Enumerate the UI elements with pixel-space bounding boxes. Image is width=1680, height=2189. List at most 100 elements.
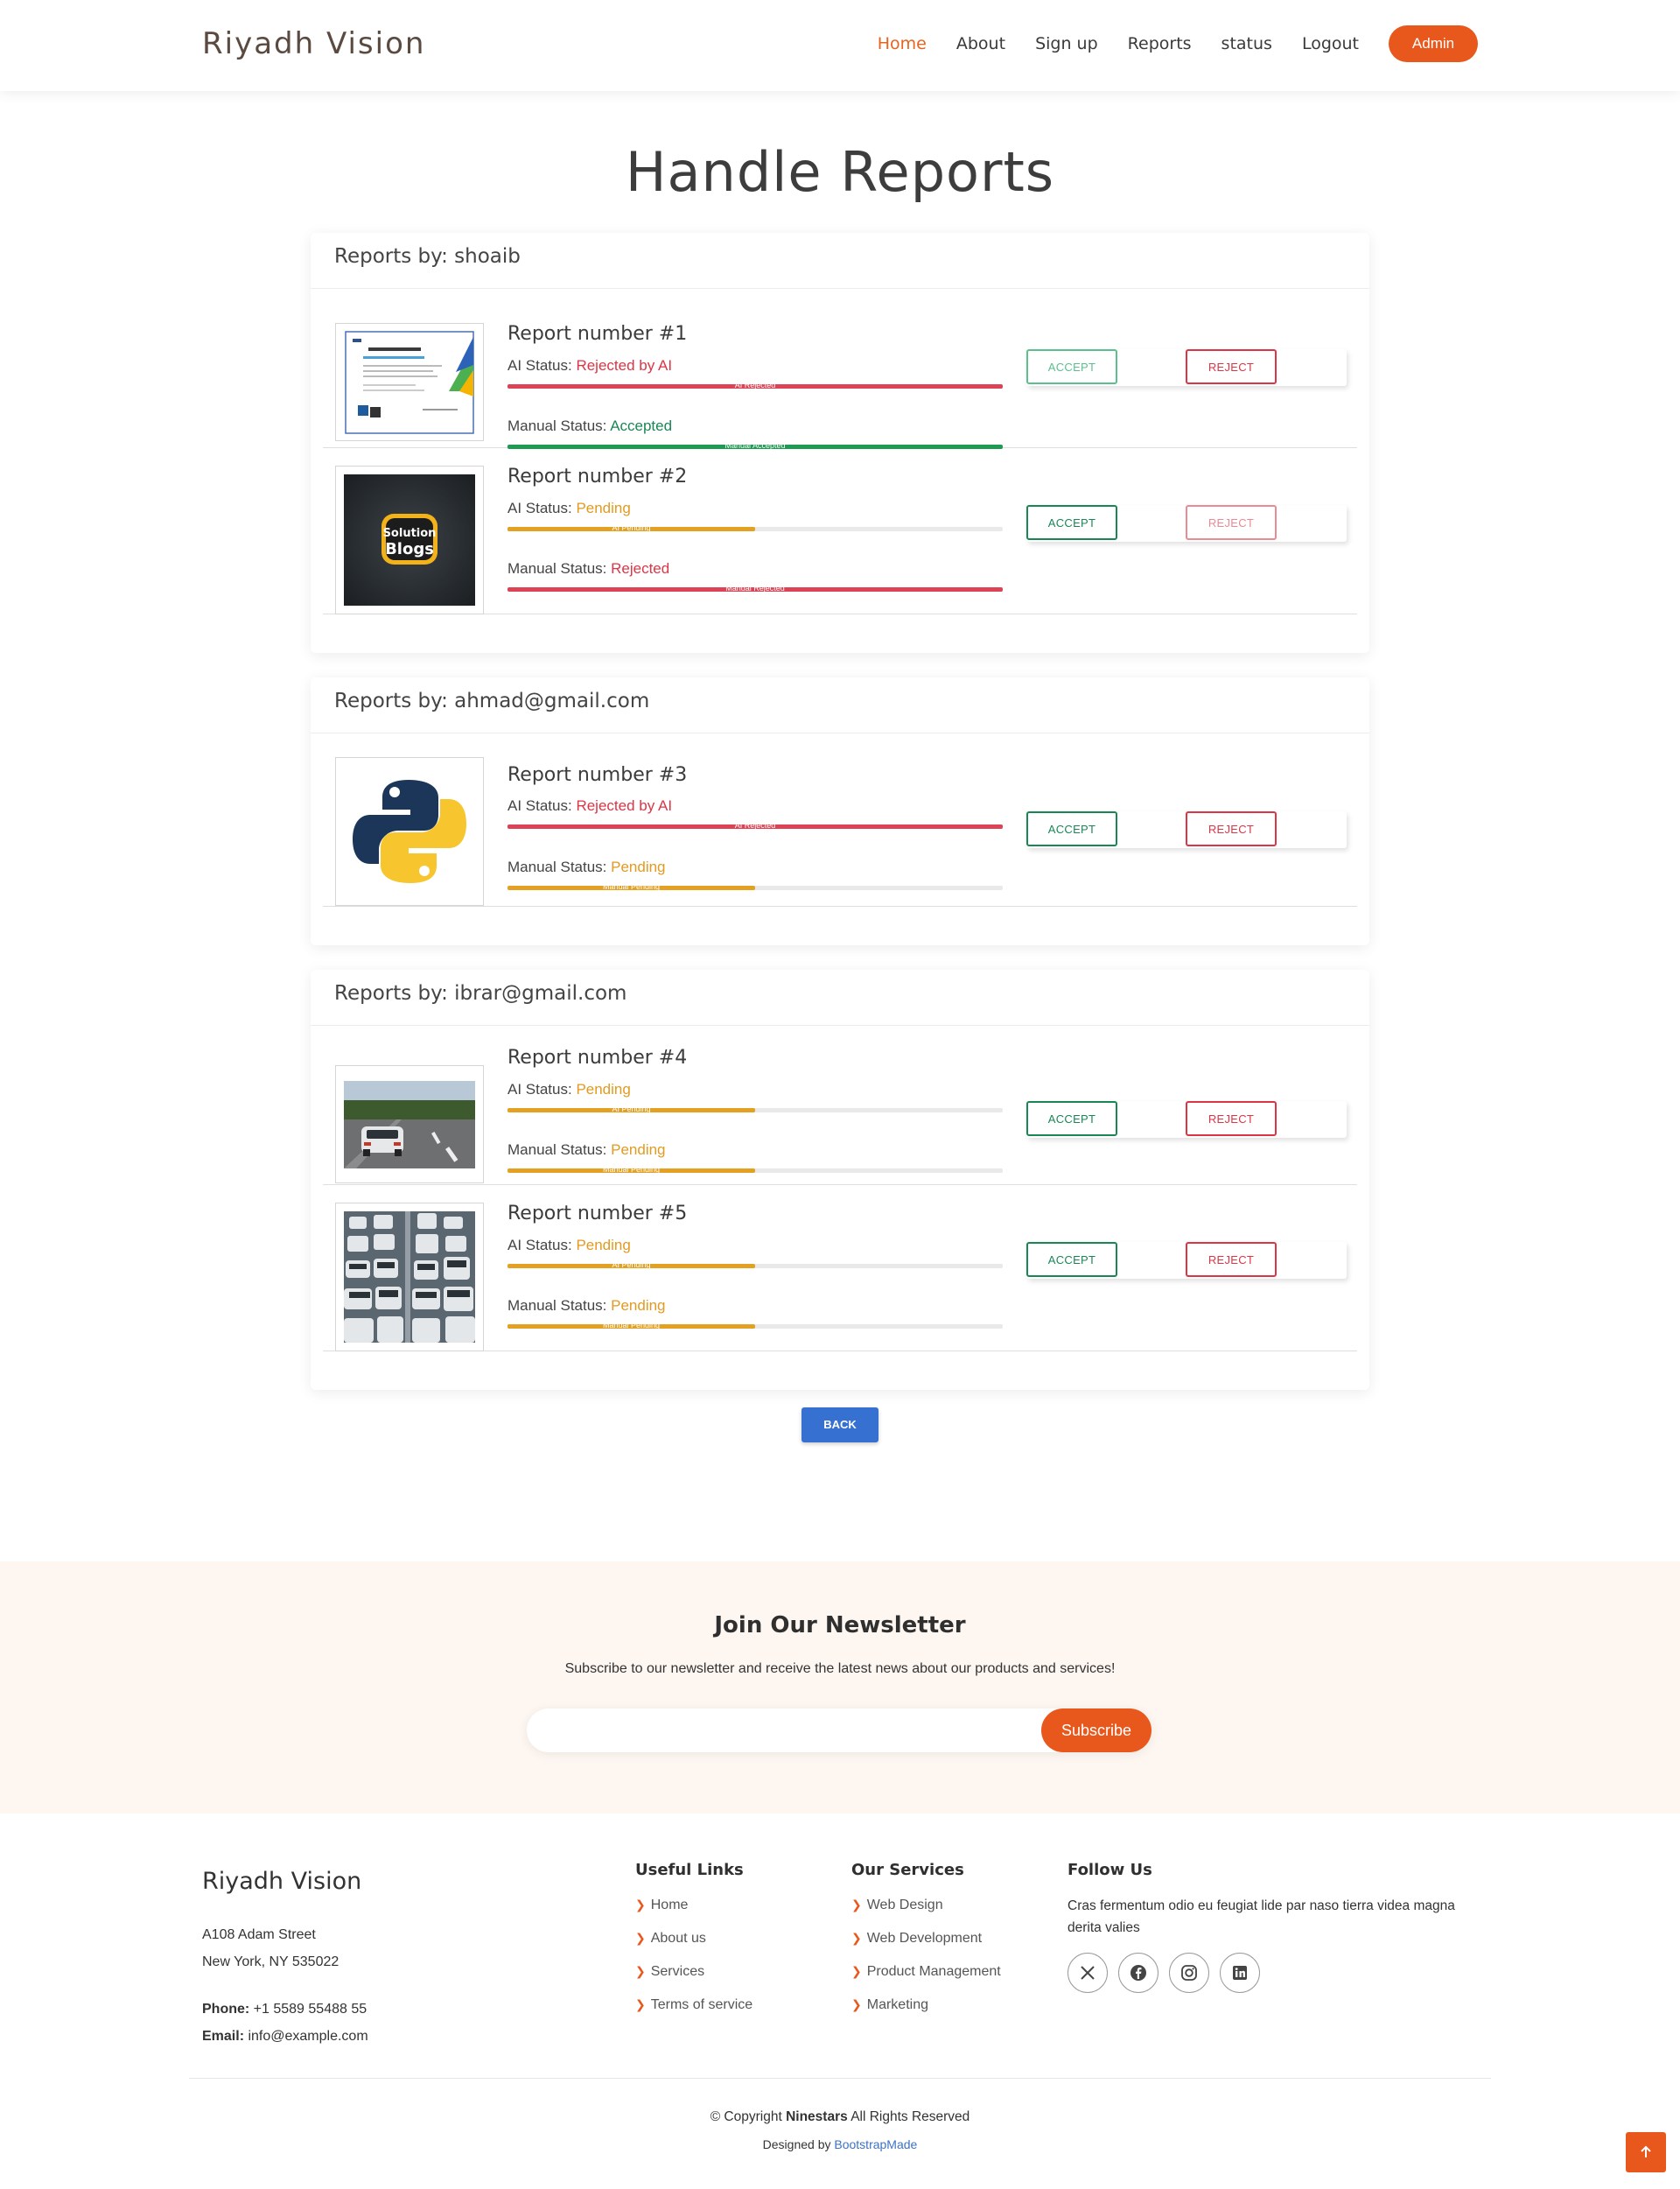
report-title: Report number #3 (508, 764, 688, 786)
action-buttons: ACCEPT REJECT (1026, 505, 1347, 542)
manual-status: Manual Status: Pending (508, 1297, 666, 1315)
report-thumbnail[interactable] (335, 757, 484, 906)
ai-status-label: AI Status: (508, 1237, 577, 1253)
chevron-right-icon: ❯ (635, 1931, 646, 1945)
ai-status: AI Status: Pending (508, 1237, 631, 1254)
manual-status-value: Pending (611, 1141, 666, 1158)
accept-button[interactable]: ACCEPT (1026, 505, 1117, 540)
manual-progress-fill (508, 587, 1003, 592)
service-link[interactable]: ❯ Product Management (851, 1960, 1001, 1993)
footer-link[interactable]: ❯ Services (635, 1960, 752, 1993)
manual-status-value: Pending (611, 859, 666, 875)
ai-progress-bar: AI Rejected (508, 381, 1003, 389)
follow-us: Follow Us Cras fermentum odio eu feugiat… (1068, 1861, 1479, 1993)
footer-link[interactable]: ❯ Home (635, 1893, 752, 1926)
manual-status: Manual Status: Pending (508, 1141, 666, 1159)
social-links (1068, 1953, 1479, 1993)
nav-about[interactable]: About (956, 34, 1005, 53)
service-link-label: Marketing (866, 1997, 928, 2012)
footer-divider (189, 2078, 1491, 2079)
back-button[interactable]: BACK (802, 1407, 878, 1442)
accept-button[interactable]: ACCEPT (1026, 349, 1117, 384)
service-link-label: Web Design (866, 1898, 943, 1912)
chevron-right-icon: ❯ (851, 1997, 862, 2011)
action-buttons: ACCEPT REJECT (1026, 1101, 1347, 1138)
useful-links-title: Useful Links (635, 1861, 744, 1879)
manual-status-value: Accepted (610, 417, 673, 434)
report-thumbnail[interactable] (335, 1203, 484, 1351)
footer-link[interactable]: ❯ Terms of service (635, 1993, 752, 2026)
page-title: Handle Reports (625, 140, 1055, 204)
services-title: Our Services (851, 1861, 964, 1879)
ai-progress-bar: AI Pending (508, 1105, 1003, 1113)
report-title: Report number #2 (508, 466, 688, 488)
svg-text:Blogs: Blogs (385, 540, 434, 558)
linkedin-icon[interactable] (1220, 1953, 1260, 1993)
report-item: Report number #3 AI Status: Rejected by … (323, 733, 1357, 907)
reject-button[interactable]: REJECT (1186, 349, 1277, 384)
facebook-icon[interactable] (1118, 1953, 1158, 1993)
report-thumbnail[interactable] (335, 1065, 484, 1183)
designer-link[interactable]: BootstrapMade (834, 2137, 917, 2151)
footer-link[interactable]: ❯ About us (635, 1926, 752, 1960)
nav-status[interactable]: status (1222, 34, 1272, 53)
report-thumbnail[interactable]: Solution Blogs (335, 466, 484, 614)
ai-progress-fill (508, 824, 1003, 829)
nav-reports[interactable]: Reports (1128, 34, 1192, 53)
reject-button[interactable]: REJECT (1186, 1101, 1277, 1136)
chevron-right-icon: ❯ (851, 1898, 862, 1912)
service-link[interactable]: ❯ Marketing (851, 1993, 1001, 2026)
footer-link-label: Terms of service (650, 1997, 753, 2012)
accept-button[interactable]: ACCEPT (1026, 811, 1117, 846)
scroll-top-button[interactable] (1626, 2132, 1666, 2172)
site-footer: Riyadh Vision A108 Adam Street New York,… (0, 1814, 1680, 2172)
copyright-brand: Ninestars (786, 2109, 848, 2124)
footer-link-label: Home (650, 1898, 689, 1912)
subscribe-button[interactable]: Subscribe (1041, 1708, 1152, 1752)
manual-status-label: Manual Status: (508, 417, 611, 434)
site-logo[interactable]: Riyadh Vision (202, 26, 425, 61)
service-link[interactable]: ❯ Web Design (851, 1893, 1001, 1926)
x-icon[interactable] (1068, 1953, 1108, 1993)
reject-button[interactable]: REJECT (1186, 811, 1277, 846)
report-group: Reports by: ahmad@gmail.com Report numbe… (311, 677, 1369, 945)
newsletter-email-input[interactable] (544, 1717, 1034, 1743)
manual-status-label: Manual Status: (508, 1297, 612, 1314)
service-link[interactable]: ❯ Web Development (851, 1926, 1001, 1960)
report-thumbnail[interactable] (335, 323, 484, 441)
reject-button[interactable]: REJECT (1186, 505, 1277, 540)
certificate-image (344, 330, 475, 435)
accept-button[interactable]: ACCEPT (1026, 1242, 1117, 1277)
manual-status: Manual Status: Rejected (508, 560, 669, 578)
useful-links: Useful Links ❯ Home ❯ About us ❯ Services ❯… (635, 1861, 752, 2026)
manual-progress-bar: Manual Pending (508, 882, 1003, 891)
footer-email: Email: info@example.com (202, 2023, 368, 2050)
ai-status-value: Pending (576, 1237, 631, 1253)
newsletter-section: Join Our Newsletter Subscribe to our new… (0, 1561, 1680, 1814)
reject-button[interactable]: REJECT (1186, 1242, 1277, 1277)
manual-status: Manual Status: Pending (508, 859, 666, 876)
footer-contact: Phone: +1 5589 55488 55 Email: info@exam… (202, 1996, 368, 2050)
solution-blogs-image: Solution Blogs (344, 474, 475, 606)
phone-label: Phone: (202, 2002, 250, 2017)
nav-signup[interactable]: Sign up (1035, 34, 1098, 53)
chevron-right-icon: ❯ (635, 1964, 646, 1978)
manual-status-value: Pending (611, 1297, 666, 1314)
ai-progress-bar: AI Pending (508, 523, 1003, 532)
nav-home[interactable]: Home (878, 34, 927, 53)
manual-progress-fill (508, 886, 755, 890)
nav-logout[interactable]: Logout (1302, 34, 1359, 53)
ai-progress-fill (508, 527, 755, 531)
manual-status-label: Manual Status: (508, 1141, 612, 1158)
email-value: info@example.com (244, 2029, 368, 2044)
ai-status: AI Status: Pending (508, 1081, 631, 1098)
footer-link-label: Services (650, 1964, 705, 1979)
manual-progress-fill (508, 1168, 755, 1173)
report-item: Report number #4 AI Status: Pending AI P… (323, 1026, 1357, 1185)
address-line: A108 Adam Street (202, 1927, 316, 1942)
ai-status: AI Status: Rejected by AI (508, 797, 672, 815)
instagram-icon[interactable] (1169, 1953, 1209, 1993)
report-title: Report number #5 (508, 1203, 688, 1224)
admin-button[interactable]: Admin (1389, 25, 1478, 62)
accept-button[interactable]: ACCEPT (1026, 1101, 1117, 1136)
